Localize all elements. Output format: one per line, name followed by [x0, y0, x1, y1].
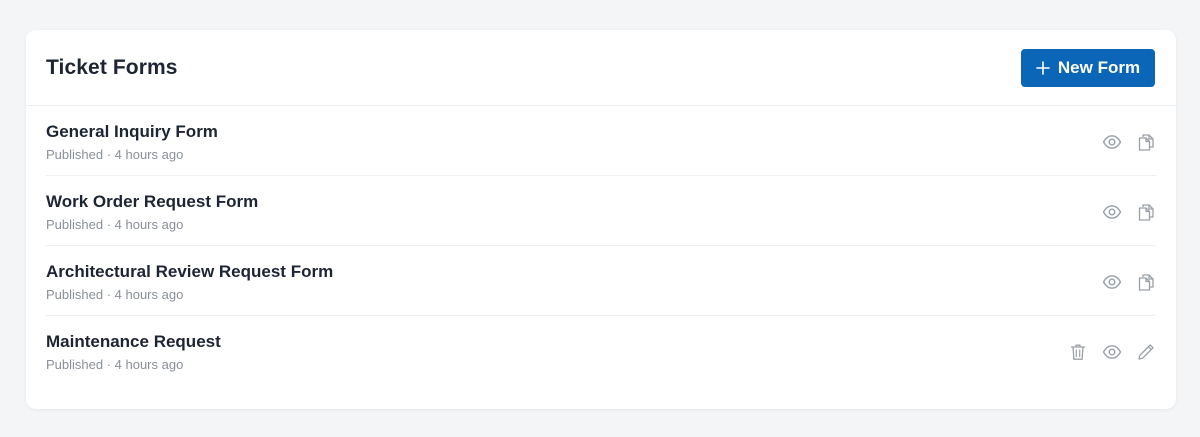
form-title: Work Order Request Form [46, 191, 259, 211]
row-actions [1068, 342, 1156, 362]
new-form-button[interactable]: New Form [1021, 48, 1155, 87]
edit-icon[interactable] [1136, 342, 1156, 362]
new-form-button-label: New Form [1057, 57, 1141, 77]
forms-list: General Inquiry Form Published · 4 hours… [26, 106, 1176, 386]
copy-icon[interactable] [1136, 272, 1156, 292]
eye-icon[interactable] [1102, 272, 1122, 292]
form-title: General Inquiry Form [46, 121, 218, 141]
form-title: Architectural Review Request Form [46, 261, 334, 281]
ticket-forms-card: Ticket Forms New Form General Inquiry Fo… [26, 30, 1176, 409]
eye-icon[interactable] [1102, 132, 1122, 152]
row-actions [1102, 132, 1156, 152]
plus-icon [1036, 60, 1050, 75]
list-item[interactable]: General Inquiry Form Published · 4 hours… [46, 106, 1156, 176]
row-actions [1102, 202, 1156, 222]
form-meta: Published · 4 hours ago [46, 357, 184, 372]
form-meta: Published · 4 hours ago [46, 286, 184, 302]
list-item[interactable]: Architectural Review Request Form Publis… [46, 246, 1156, 316]
form-meta: Published · 4 hours ago [46, 146, 184, 162]
row-actions [1102, 272, 1156, 292]
eye-icon[interactable] [1102, 342, 1122, 362]
eye-icon[interactable] [1102, 202, 1122, 222]
list-item[interactable]: Work Order Request Form Published · 4 ho… [46, 176, 1156, 246]
copy-icon[interactable] [1136, 132, 1156, 152]
list-item[interactable]: Maintenance Request Published · 4 hours … [46, 316, 1156, 386]
trash-icon[interactable] [1068, 342, 1088, 362]
card-header: Ticket Forms New Form [26, 30, 1176, 106]
form-meta: Published · 4 hours ago [46, 216, 184, 232]
copy-icon[interactable] [1136, 202, 1156, 222]
form-title: Maintenance Request [46, 332, 221, 351]
page-title: Ticket Forms [46, 55, 178, 79]
